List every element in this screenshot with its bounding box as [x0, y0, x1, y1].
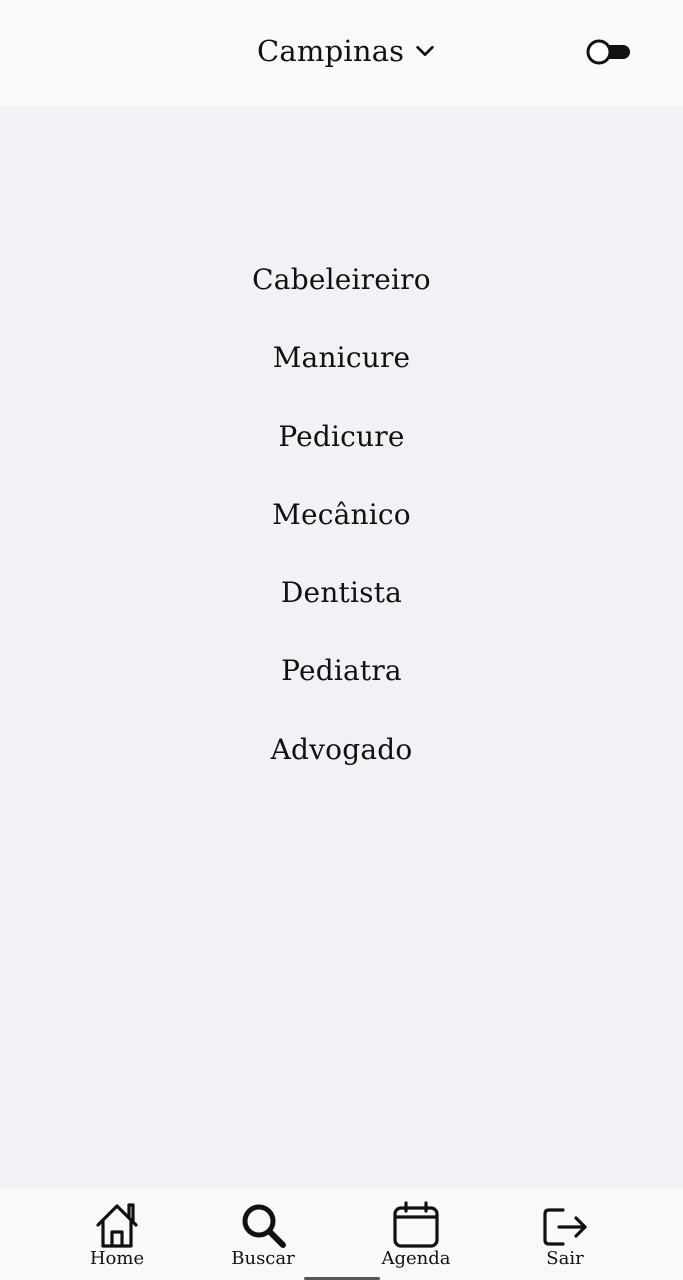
service-item-pediatra[interactable]: Pediatra: [0, 647, 683, 725]
service-label: Manicure: [272, 341, 411, 375]
service-label: Cabeleireiro: [252, 263, 431, 296]
nav-item-buscar[interactable]: Buscar: [208, 1189, 318, 1280]
city-selector[interactable]: Campinas: [257, 30, 436, 72]
app-screen: Campinas Cabeleireiro Manicure Pedicure …: [0, 0, 683, 1280]
chevron-down-icon: [414, 40, 436, 62]
city-label: Campinas: [257, 34, 405, 68]
search-icon: [239, 1201, 287, 1249]
nav-label-agenda: Agenda: [381, 1248, 451, 1269]
logout-icon: [541, 1201, 589, 1249]
service-label: Dentista: [280, 576, 403, 610]
service-label: Pedicure: [278, 419, 405, 453]
bottom-navigation: Home Buscar Agenda Sair: [0, 1189, 683, 1280]
service-item-dentista[interactable]: Dentista: [0, 569, 683, 647]
nav-item-sair[interactable]: Sair: [510, 1189, 620, 1280]
nav-item-home[interactable]: Home: [62, 1189, 172, 1280]
service-item-pedicure[interactable]: Pedicure: [0, 413, 683, 491]
nav-item-agenda[interactable]: Agenda: [361, 1189, 471, 1280]
service-label: Advogado: [270, 732, 413, 766]
home-icon: [93, 1201, 141, 1249]
service-item-advogado[interactable]: Advogado: [0, 726, 683, 804]
nav-label-buscar: Buscar: [231, 1248, 295, 1269]
nav-label-home: Home: [89, 1248, 145, 1269]
service-item-mecanico[interactable]: Mecânico: [0, 491, 683, 569]
calendar-icon: [392, 1201, 440, 1249]
nav-label-sair: Sair: [546, 1248, 584, 1269]
service-item-cabeleireiro[interactable]: Cabeleireiro: [0, 256, 683, 334]
service-list: Cabeleireiro Manicure Pedicure Mecânico …: [0, 256, 683, 804]
service-label: Mecânico: [272, 497, 411, 531]
service-label: Pediatra: [281, 654, 402, 688]
top-bar: Campinas: [0, 0, 683, 106]
service-item-manicure[interactable]: Manicure: [0, 334, 683, 412]
theme-toggle[interactable]: [584, 37, 632, 67]
toggle-off-icon: [584, 37, 632, 67]
